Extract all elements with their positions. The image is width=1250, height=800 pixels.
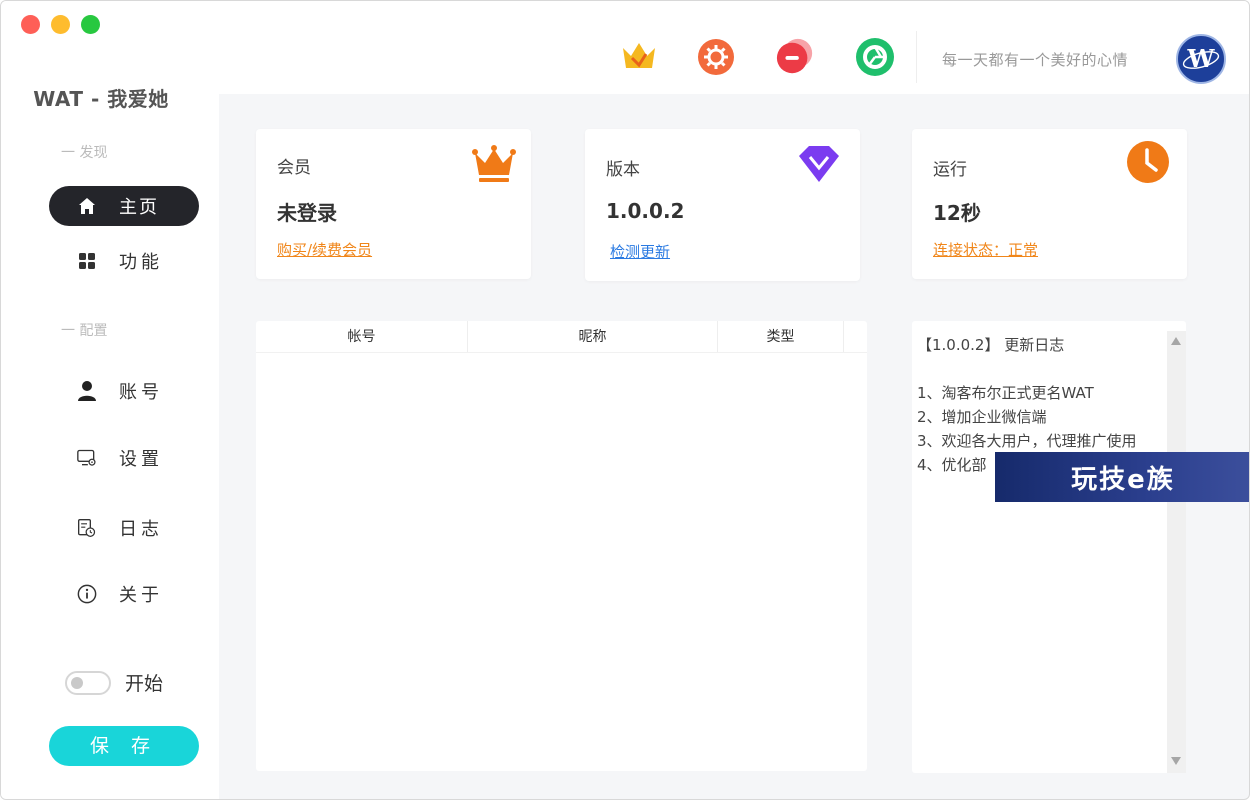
sidebar-item-logs[interactable]: 日志 <box>49 508 199 548</box>
sidebar-item-settings[interactable]: 设置 <box>49 438 199 478</box>
column-header-type[interactable]: 类型 <box>718 321 844 352</box>
runtime-value: 12秒 <box>933 201 981 225</box>
version-value: 1.0.0.2 <box>606 199 685 223</box>
sidebar-item-label: 主页 <box>119 197 159 218</box>
member-status-value: 未登录 <box>277 201 337 225</box>
member-card: 会员 未登录 购买/续费会员 <box>256 129 531 279</box>
user-icon <box>77 381 97 401</box>
check-update-link[interactable]: 检测更新 <box>610 241 670 262</box>
scroll-down-arrow-icon[interactable] <box>1171 757 1181 765</box>
member-card-title: 会员 <box>277 158 311 178</box>
sidebar-item-about[interactable]: 关于 <box>49 574 199 614</box>
info-icon <box>77 584 97 604</box>
sidebar-item-label: 设置 <box>119 449 163 470</box>
table-header: 帐号 昵称 类型 <box>256 321 867 353</box>
topbar-divider <box>916 31 917 83</box>
watermark-banner: 玩技e族 <box>995 452 1249 502</box>
monitor-settings-icon <box>77 448 97 468</box>
avatar-letter: W <box>1187 44 1216 73</box>
changelog-scrollbar[interactable] <box>1167 331 1186 773</box>
connection-status-link[interactable]: 连接状态：正常 <box>933 239 1038 260</box>
close-window-button[interactable] <box>21 15 40 34</box>
version-card: 版本 1.0.0.2 检测更新 <box>585 129 860 281</box>
clock-icon <box>1125 139 1171 185</box>
account-table: 帐号 昵称 类型 <box>256 321 867 771</box>
window-controls <box>21 15 100 34</box>
runtime-card: 运行 12秒 连接状态：正常 <box>912 129 1187 279</box>
changelog-line: 2、增加企业微信端 <box>917 408 1047 426</box>
app-title: WAT - 我爱她 <box>33 87 169 111</box>
log-clock-icon <box>77 518 97 538</box>
sidebar-item-features[interactable]: 功能 <box>49 241 199 281</box>
sidebar-item-home[interactable]: 主页 <box>49 186 199 226</box>
changelog-title: 【1.0.0.2】 更新日志 <box>917 336 1065 354</box>
sidebar-item-label: 账号 <box>119 382 163 403</box>
column-header-account[interactable]: 帐号 <box>256 321 468 352</box>
minimize-window-button[interactable] <box>51 15 70 34</box>
shutter-icon[interactable] <box>855 37 895 77</box>
crown-vip-icon[interactable] <box>619 37 659 77</box>
save-button[interactable]: 保 存 <box>49 726 199 766</box>
sidebar-item-account[interactable]: 账号 <box>49 371 199 411</box>
motto-text: 每一天都有一个美好的心情 <box>942 51 1129 69</box>
maximize-window-button[interactable] <box>81 15 100 34</box>
sidebar: WAT - 我爱她 一 发现 主页 功能 一 配置 账号 设置 日志 关于 开始… <box>1 1 219 799</box>
sidebar-item-label: 关于 <box>119 585 163 606</box>
diamond-icon <box>796 141 842 187</box>
crown-icon <box>471 141 517 187</box>
section-label-discover: 一 发现 <box>61 145 108 161</box>
start-toggle-label: 开始 <box>125 673 164 695</box>
grid-icon <box>77 251 97 271</box>
buy-membership-link[interactable]: 购买/续费会员 <box>277 239 372 260</box>
settings-gear-icon[interactable] <box>696 37 736 77</box>
changelog-line: 3、欢迎各大用户，代理推广使用 <box>917 432 1137 450</box>
app-window: WAT - 我爱她 一 发现 主页 功能 一 配置 账号 设置 日志 关于 开始… <box>0 0 1250 800</box>
scroll-up-arrow-icon[interactable] <box>1171 337 1181 345</box>
sidebar-item-label: 功能 <box>119 252 163 273</box>
home-icon <box>77 196 97 216</box>
start-toggle[interactable] <box>65 670 111 695</box>
top-bar: 每一天都有一个美好的心情 W <box>219 1 1249 94</box>
version-card-title: 版本 <box>606 160 640 180</box>
changelog-panel: 【1.0.0.2】 更新日志 1、淘客布尔正式更名WAT 2、增加企业微信端 3… <box>912 321 1186 773</box>
section-label-config: 一 配置 <box>61 323 108 339</box>
sidebar-item-label: 日志 <box>119 519 163 540</box>
changelog-line: 1、淘客布尔正式更名WAT <box>917 384 1094 402</box>
column-header-nickname[interactable]: 昵称 <box>468 321 718 352</box>
runtime-card-title: 运行 <box>933 160 967 180</box>
avatar[interactable]: W <box>1176 34 1226 84</box>
start-toggle-row: 开始 <box>65 669 163 696</box>
chat-bubble-icon[interactable] <box>775 37 815 77</box>
